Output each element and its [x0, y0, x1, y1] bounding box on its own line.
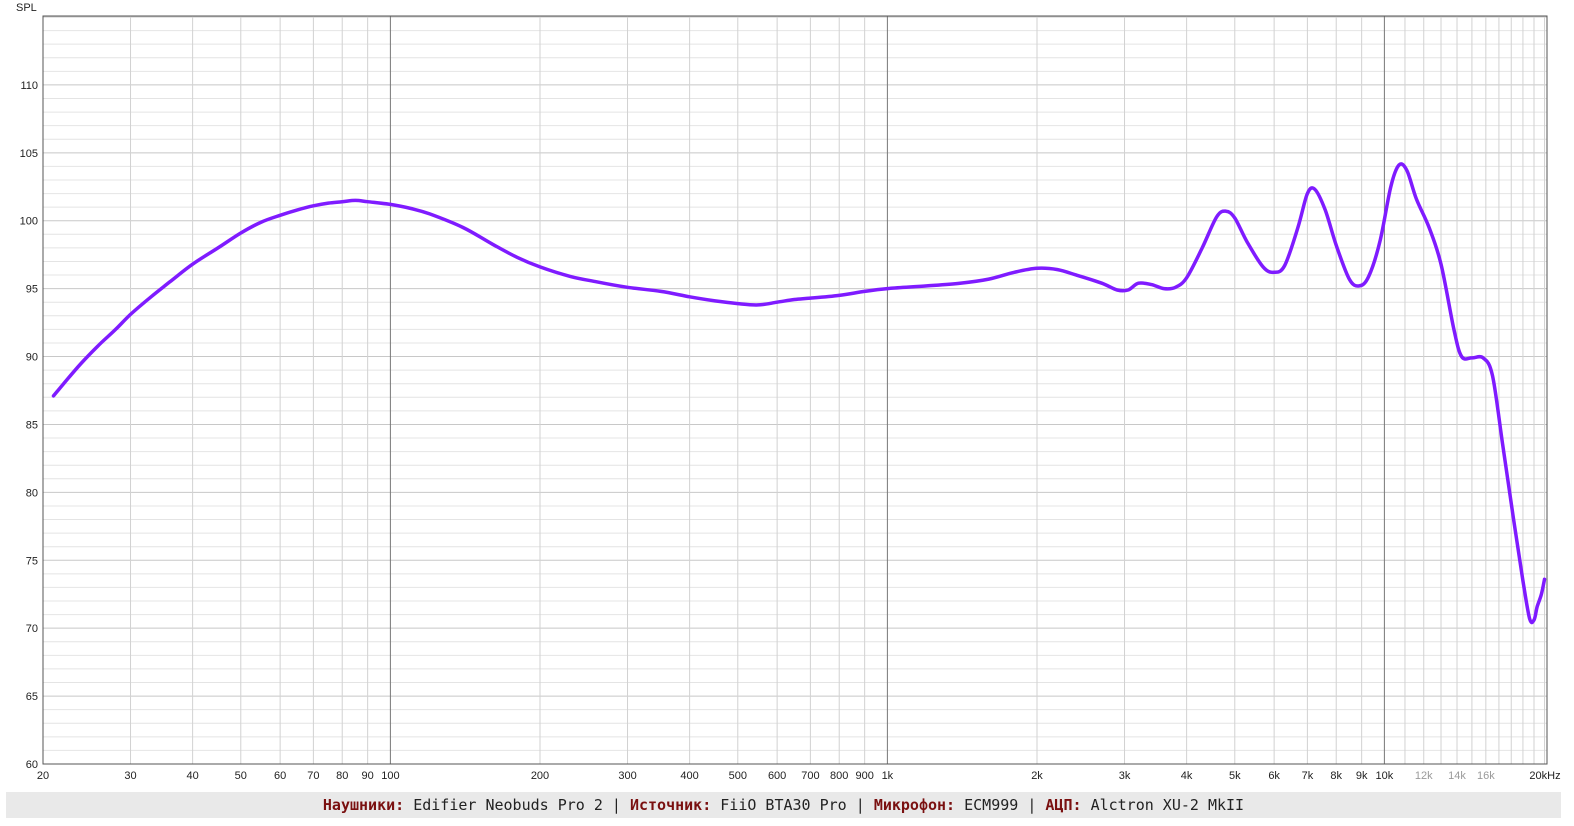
x-tick-label: 900 — [855, 770, 873, 782]
y-tick-label: 100 — [20, 216, 38, 228]
measurement-info-bar: Наушники: Edifier Neobuds Pro 2 | Источн… — [6, 792, 1561, 818]
x-tick-label: 800 — [830, 770, 848, 782]
y-tick-label: 75 — [26, 555, 38, 567]
y-tick-label: 110 — [20, 80, 38, 92]
x-tick-label: 1k — [882, 770, 894, 782]
x-tick-label: 9k — [1356, 770, 1368, 782]
x-tick-label: 3k — [1119, 770, 1131, 782]
y-tick-label: 90 — [26, 352, 38, 364]
x-tick-label: 2k — [1031, 770, 1043, 782]
frequency-response-chart: 60 65 70 75 80 85 90 95 100 105 110 20 30 40 50 60 70 80… — [16, 2, 1561, 782]
x-tick-label: 8k — [1330, 770, 1342, 782]
x-tick-label: 400 — [680, 770, 698, 782]
x-tick-label: 30 — [124, 770, 136, 782]
y-tick-label: 65 — [26, 691, 38, 703]
x-tick-label: 50 — [235, 770, 247, 782]
x-tick-label: 100 — [381, 770, 399, 782]
x-tick-label: 12k — [1415, 770, 1433, 782]
y-axis-ticks: 6065707580859095100105110 — [20, 80, 38, 771]
x-tick-label: 20kHz — [1529, 770, 1560, 782]
series-line — [51, 162, 1547, 625]
x-tick-label: 16k — [1477, 770, 1495, 782]
footer-value: FiiO BTA30 Pro — [720, 796, 847, 814]
x-tick-label: 300 — [618, 770, 636, 782]
x-axis-ticks: 20 30 40 50 60 70 80 90 100 200 300 400 500 600 700 800… — [37, 770, 1561, 782]
footer-label: АЦП: — [1045, 796, 1082, 814]
x-tick-label: 20 — [37, 770, 49, 782]
x-tick-label: 90 — [362, 770, 374, 782]
x-tick-label: 700 — [801, 770, 819, 782]
x-tick-label: 10k — [1376, 770, 1394, 782]
y-tick-label: 105 — [20, 148, 38, 160]
series-layer — [51, 162, 1547, 625]
footer-value: Edifier Neobuds Pro 2 — [413, 796, 603, 814]
y-tick-label: 70 — [26, 623, 38, 635]
footer-separator: | — [602, 796, 630, 814]
footer-separator: | — [1018, 796, 1046, 814]
plot-frame — [42, 15, 1548, 765]
x-tick-label: 60 — [274, 770, 286, 782]
x-tick-label: 200 — [531, 770, 549, 782]
x-tick-label: 70 — [307, 770, 319, 782]
x-tick-label: 600 — [768, 770, 786, 782]
x-tick-label: 40 — [186, 770, 198, 782]
x-tick-label: 500 — [729, 770, 747, 782]
footer-label: Микрофон: — [873, 796, 956, 814]
footer-label: Наушники: — [322, 796, 405, 814]
footer-label: Источник: — [629, 796, 712, 814]
y-tick-label: 95 — [26, 284, 38, 296]
x-tick-label: 7k — [1302, 770, 1314, 782]
x-tick-label: 6k — [1268, 770, 1280, 782]
y-tick-label: 80 — [26, 487, 38, 499]
footer-value: Alctron XU-2 MkII — [1090, 796, 1245, 814]
y-axis-label: SPL — [16, 2, 37, 14]
footer-value: ECM999 — [964, 796, 1019, 814]
footer-separator: | — [846, 796, 874, 814]
x-tick-label: 14k — [1448, 770, 1466, 782]
grid — [42, 16, 1547, 765]
y-tick-label: 85 — [26, 419, 38, 431]
x-tick-label: 5k — [1229, 770, 1241, 782]
x-tick-label: 80 — [336, 770, 348, 782]
x-tick-label: 4k — [1181, 770, 1193, 782]
